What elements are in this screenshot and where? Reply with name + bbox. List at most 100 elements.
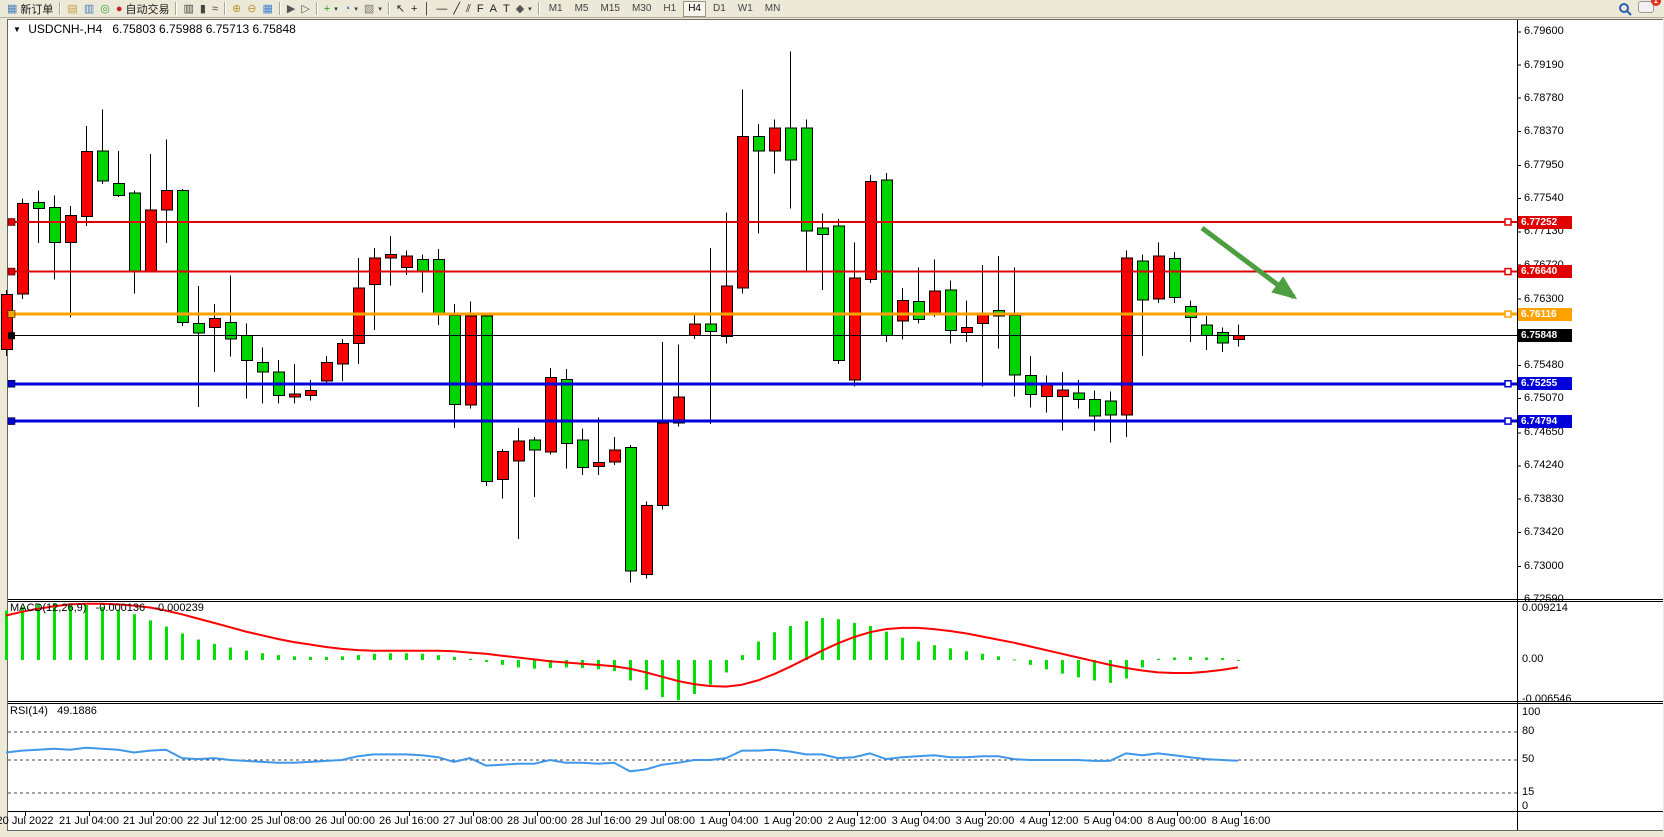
time-axis-label: 8 Aug 16:00 — [1212, 815, 1271, 827]
timeframe-h1-button[interactable]: H1 — [658, 1, 681, 17]
auto-trading-button[interactable]: ● 自动交易 — [113, 1, 173, 17]
vertical-line-icon: │ — [423, 1, 430, 17]
cursor-button[interactable]: ↖ — [393, 1, 408, 17]
zoom-out-button[interactable]: ⊖ — [244, 1, 259, 17]
time-axis-label: 3 Aug 20:00 — [956, 815, 1015, 827]
dropdown-caret-icon[interactable]: ▾ — [334, 5, 338, 13]
price-axis-label: 6.75070 — [1524, 392, 1564, 404]
template-button[interactable]: ▧▾ — [361, 1, 385, 17]
rsi-axis-label: 0 — [1522, 800, 1528, 812]
time-axis-label: 21 Jul 20:00 — [123, 815, 183, 827]
price-level-badge: 6.76116 — [1518, 308, 1572, 321]
timeframe-mn-button[interactable]: MN — [760, 1, 786, 17]
window-buttons-group: ▤▥◎ — [64, 1, 112, 17]
candlestick-chart-button[interactable]: ▮ — [197, 1, 209, 17]
tile-windows-icon: ▦ — [262, 1, 272, 17]
price-axis-label: 6.76300 — [1524, 293, 1564, 305]
price-axis-label: 6.79190 — [1524, 59, 1564, 71]
rsi-axis-label: 100 — [1522, 706, 1540, 718]
time-axis-label: 4 Aug 12:00 — [1020, 815, 1079, 827]
price-axis-label: 6.73420 — [1524, 526, 1564, 538]
price-level-badge: 6.74794 — [1518, 415, 1572, 428]
text-button[interactable]: A — [487, 1, 500, 17]
line-chart-button[interactable]: ≈ — [209, 1, 221, 17]
fibonacci-icon: F — [477, 1, 484, 17]
trendline-icon: ╱ — [453, 1, 460, 17]
timeframe-h4-button[interactable]: H4 — [683, 1, 706, 17]
insert-group: +▾◔▾▧▾ — [321, 1, 385, 17]
channel-icon: ⫽ — [466, 1, 471, 17]
shapes-button[interactable]: ◆▾ — [513, 1, 535, 17]
timeframe-m15-button[interactable]: M15 — [596, 1, 625, 17]
notifications-icon[interactable]: 1 — [1638, 0, 1654, 18]
zoom-out-icon: ⊖ — [247, 1, 256, 17]
time-axis-label: 29 Jul 08:00 — [635, 815, 695, 827]
dropdown-caret-icon[interactable]: ▾ — [528, 5, 532, 13]
bar-chart-button[interactable]: ▥ — [180, 1, 196, 17]
zoom-in-button[interactable]: ⊕ — [229, 1, 244, 17]
time-axis-label: 26 Jul 16:00 — [379, 815, 439, 827]
price-axis-label: 6.78780 — [1524, 92, 1564, 104]
toolbar-separator — [538, 2, 540, 15]
new-order-icon: ▦ — [7, 1, 17, 17]
search-icon[interactable] — [1618, 2, 1632, 16]
time-axis-label: 1 Aug 04:00 — [700, 815, 759, 827]
toolbar-separator — [59, 2, 61, 15]
time-axis-label: 2 Aug 12:00 — [828, 815, 887, 827]
timeframe-m5-button[interactable]: M5 — [570, 1, 594, 17]
chart-shift-button[interactable]: ▷ — [298, 1, 312, 17]
price-level-badge: 6.75255 — [1518, 377, 1572, 390]
period-clock-button[interactable]: ◔▾ — [341, 1, 361, 17]
label-icon: T — [503, 1, 510, 17]
price-axis-label: 6.73000 — [1524, 560, 1564, 572]
crosshair-button[interactable]: + — [408, 1, 420, 17]
time-axis-label: 28 Jul 16:00 — [571, 815, 631, 827]
horizontal-line-icon: — — [436, 1, 447, 17]
scroll-group: ▶▷ — [284, 1, 313, 17]
toolbar-separator — [279, 2, 281, 15]
time-axis-label: 28 Jul 00:00 — [507, 815, 567, 827]
time-axis-label: 3 Aug 04:00 — [892, 815, 951, 827]
template-icon: ▧ — [364, 1, 374, 17]
horizontal-line-button[interactable]: — — [433, 1, 450, 17]
rsi-axis-label: 50 — [1522, 753, 1534, 765]
new-order-label: 新订单 — [20, 1, 53, 17]
data-window-button[interactable]: ▥ — [81, 1, 97, 17]
drawing-tools-group: ↖+│ — ╱ ⫽ FAT◆▾ — [393, 1, 535, 17]
timeframe-group: M1M5M15M30H1H4D1W1MN — [543, 1, 787, 17]
vertical-line-button[interactable]: │ — [420, 1, 433, 17]
toolbar-separator — [224, 2, 226, 15]
toolbar-separator — [388, 2, 390, 15]
new-order-button[interactable]: ▦ 新订单 — [4, 1, 56, 17]
macd-axis-max: 0.009214 — [1522, 602, 1568, 614]
toolbar-separator — [175, 2, 177, 15]
market-watch-button[interactable]: ▤ — [64, 1, 80, 17]
auto-scroll-button[interactable]: ▶ — [284, 1, 298, 17]
market-watch-icon: ▤ — [67, 1, 77, 17]
dropdown-caret-icon[interactable]: ▾ — [378, 5, 382, 13]
trendline-button[interactable]: ╱ — [450, 1, 463, 17]
timeframe-w1-button[interactable]: W1 — [733, 1, 758, 17]
auto-trading-icon: ● — [116, 1, 123, 17]
tile-windows-button[interactable]: ▦ — [259, 1, 275, 17]
timeframe-m1-button[interactable]: M1 — [544, 1, 568, 17]
fibonacci-button[interactable]: F — [474, 1, 487, 17]
label-button[interactable]: T — [500, 1, 513, 17]
time-axis-label: 1 Aug 20:00 — [764, 815, 823, 827]
price-level-badge: 6.77252 — [1518, 216, 1572, 229]
navigator-button[interactable]: ◎ — [97, 1, 113, 17]
channel-button[interactable]: ⫽ — [463, 1, 474, 17]
time-axis-label: 22 Jul 12:00 — [187, 815, 247, 827]
period-clock-icon: ◔ — [344, 1, 351, 17]
toolbar-right-group: 1 — [1618, 0, 1660, 18]
time-axis-label: 8 Aug 00:00 — [1148, 815, 1207, 827]
rsi-axis-label: 15 — [1522, 786, 1534, 798]
timeframe-m30-button[interactable]: M30 — [627, 1, 656, 17]
time-axis-label: 27 Jul 08:00 — [443, 815, 503, 827]
chart-plot-area[interactable] — [8, 20, 1517, 811]
rsi-axis-label: 80 — [1522, 725, 1534, 737]
dropdown-caret-icon[interactable]: ▾ — [354, 5, 358, 13]
bar-chart-icon: ▥ — [183, 1, 193, 17]
timeframe-d1-button[interactable]: D1 — [708, 1, 731, 17]
indicators-button[interactable]: +▾ — [321, 1, 341, 17]
